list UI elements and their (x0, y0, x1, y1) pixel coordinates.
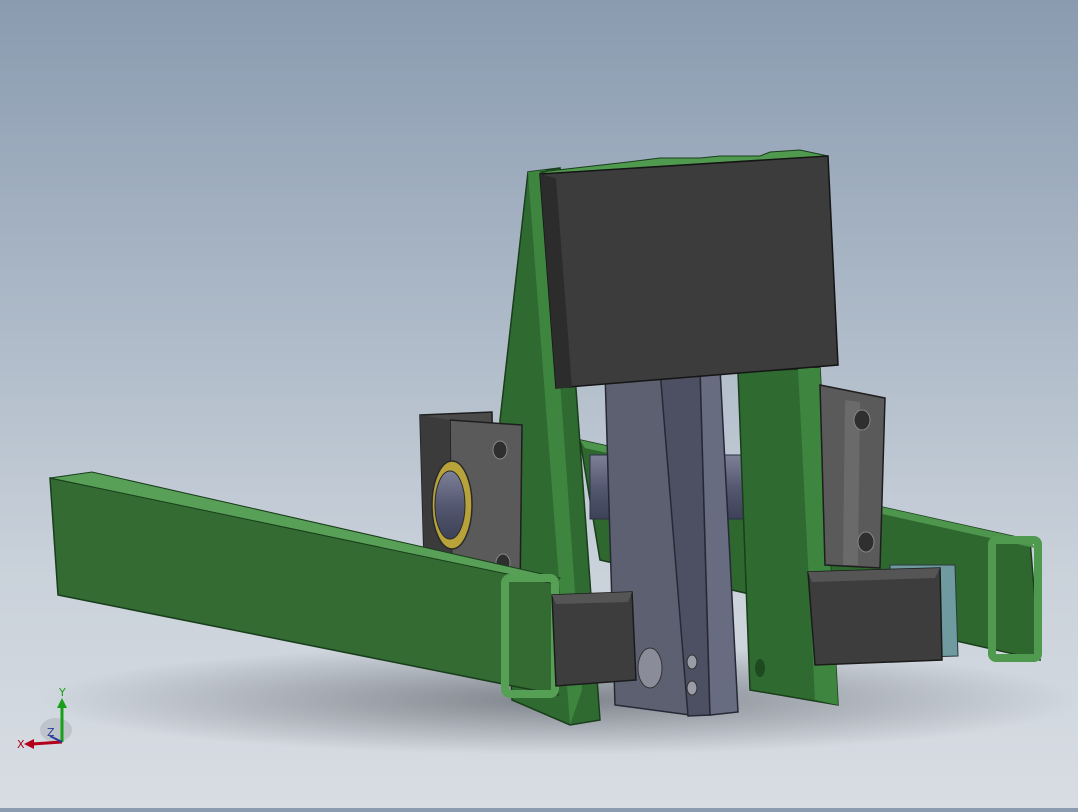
x-axis-label: X (17, 738, 25, 751)
axis-triad: Y X Z (14, 684, 78, 756)
top-mount-block[interactable] (539, 149, 839, 389)
left-slide-block[interactable] (551, 591, 637, 687)
z-axis-label: Z (47, 726, 55, 739)
right-bearing-block[interactable] (819, 384, 886, 569)
y-axis-label: Y (58, 686, 66, 699)
x-axis-line (31, 740, 63, 746)
right-slide-block[interactable] (807, 564, 959, 666)
y-axis-arrow (57, 698, 67, 708)
model-canvas[interactable] (0, 0, 1078, 808)
x-axis-arrow (24, 739, 34, 749)
cad-viewport[interactable]: Y X Z (0, 0, 1078, 808)
